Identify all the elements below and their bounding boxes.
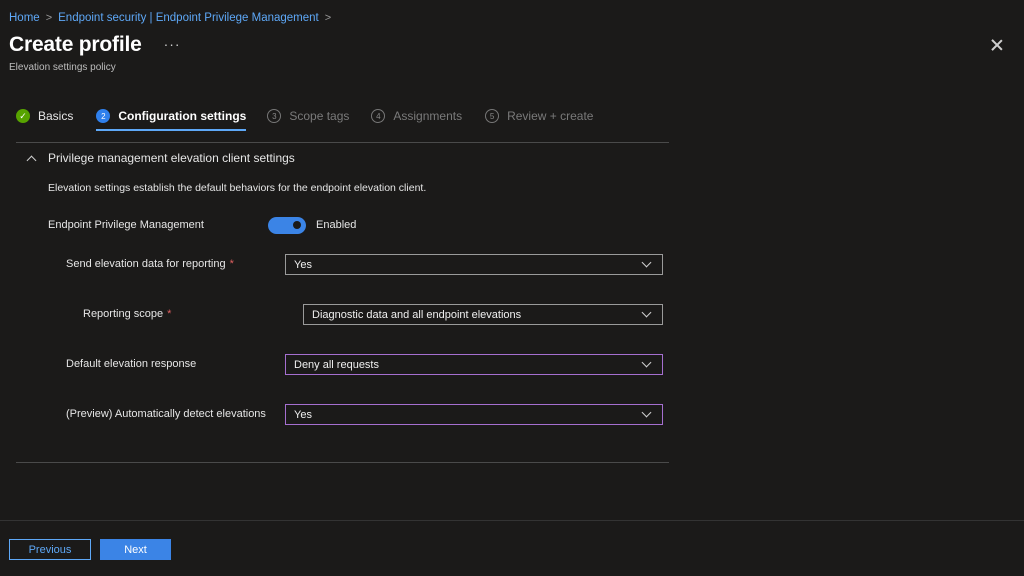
step-number-icon: 3 <box>267 109 282 123</box>
step-label: Basics <box>38 109 74 123</box>
checkmark-icon: ✓ <box>16 109 30 123</box>
wizard-steps: ✓ Basics 2 Configuration settings 3 Scop… <box>16 106 593 131</box>
step-label: Configuration settings <box>118 109 247 123</box>
chevron-down-icon <box>641 407 652 418</box>
field-label-text: Default elevation response <box>66 358 197 370</box>
previous-button[interactable]: Previous <box>9 539 91 560</box>
title-row: Create profile ··· <box>9 33 181 57</box>
step-label: Assignments <box>393 109 463 123</box>
more-options-icon[interactable]: ··· <box>164 36 181 52</box>
toggle-label: Endpoint Privilege Management <box>48 219 204 231</box>
page-subtitle: Elevation settings policy <box>9 62 116 73</box>
chevron-down-icon <box>641 357 652 368</box>
field-label-text: (Preview) Automatically detect elevation… <box>66 408 266 420</box>
step-scope-tags[interactable]: 3 Scope tags <box>267 106 349 126</box>
section-title: Privilege management elevation client se… <box>48 151 295 165</box>
required-marker: * <box>167 308 172 320</box>
breadcrumb: Home > Endpoint security | Endpoint Priv… <box>9 10 331 26</box>
step-label: Scope tags <box>289 109 350 123</box>
send-elevation-data-dropdown[interactable]: Yes <box>285 254 663 275</box>
default-elevation-response-label: Default elevation response <box>66 354 196 374</box>
footer: Previous Next <box>0 520 1024 576</box>
dropdown-value: Yes <box>294 408 312 421</box>
reporting-scope-label: Reporting scope * <box>83 304 171 324</box>
step-basics[interactable]: ✓ Basics <box>16 106 73 126</box>
step-configuration-settings[interactable]: 2 Configuration settings <box>96 106 247 131</box>
page-title: Create profile <box>9 33 142 56</box>
auto-detect-elevations-label: (Preview) Automatically detect elevation… <box>66 404 266 424</box>
chevron-right-icon: > <box>45 12 53 24</box>
auto-detect-elevations-dropdown[interactable]: Yes <box>285 404 663 425</box>
chevron-down-icon <box>641 257 652 268</box>
chevron-down-icon <box>641 307 652 318</box>
toggle-state-label: Enabled <box>316 219 357 231</box>
default-elevation-response-dropdown[interactable]: Deny all requests <box>285 354 663 375</box>
step-number-icon: 5 <box>485 109 500 123</box>
epm-toggle-switch[interactable] <box>268 216 306 234</box>
step-number-icon: 4 <box>371 109 386 123</box>
divider <box>16 462 669 463</box>
reporting-scope-dropdown[interactable]: Diagnostic data and all endpoint elevati… <box>303 304 663 325</box>
dropdown-value: Deny all requests <box>294 358 379 371</box>
step-assignments[interactable]: 4 Assignments <box>371 106 462 126</box>
close-icon[interactable] <box>989 37 1005 53</box>
section-collapse-toggle[interactable]: Privilege management elevation client se… <box>26 151 295 165</box>
field-label-text: Send elevation data for reporting <box>66 258 226 270</box>
required-marker: * <box>229 258 234 270</box>
step-label: Review + create <box>507 109 594 123</box>
step-review-create[interactable]: 5 Review + create <box>485 106 593 126</box>
next-button[interactable]: Next <box>100 539 171 560</box>
step-number-icon: 2 <box>96 109 111 123</box>
toggle-knob <box>293 221 301 229</box>
divider <box>16 142 669 143</box>
dropdown-value: Diagnostic data and all endpoint elevati… <box>312 308 522 321</box>
send-elevation-data-label: Send elevation data for reporting * <box>66 254 234 274</box>
epm-toggle-row: Endpoint Privilege Management Enabled <box>48 216 356 234</box>
breadcrumb-home-link[interactable]: Home <box>9 12 40 24</box>
field-label-text: Reporting scope <box>83 308 164 320</box>
chevron-up-icon <box>26 155 37 165</box>
chevron-right-icon: > <box>324 12 332 24</box>
section-description: Elevation settings establish the default… <box>48 182 427 194</box>
breadcrumb-endpoint-security-link[interactable]: Endpoint security | Endpoint Privilege M… <box>58 12 319 24</box>
dropdown-value: Yes <box>294 258 312 271</box>
